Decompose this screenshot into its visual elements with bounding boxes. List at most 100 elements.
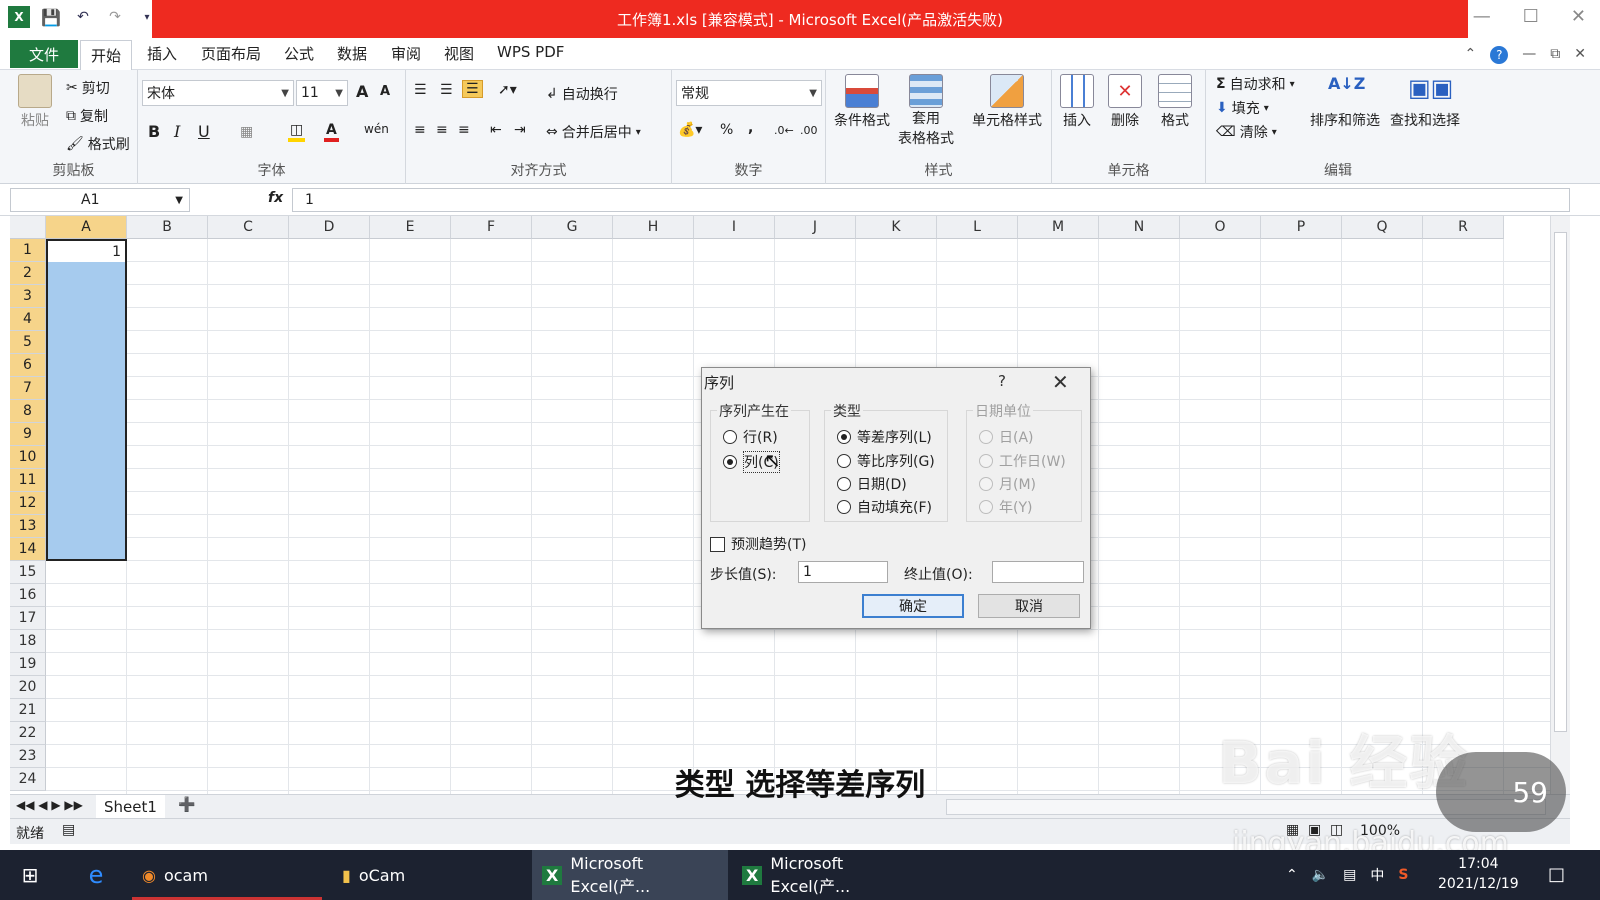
- row-header-4[interactable]: 4: [10, 308, 46, 331]
- currency-icon[interactable]: 💰▾: [678, 122, 702, 138]
- tab-view[interactable]: 视图: [444, 43, 474, 64]
- clock[interactable]: 17:04 2021/12/19: [1438, 854, 1519, 894]
- column-header-c[interactable]: C: [208, 216, 289, 239]
- step-value-input[interactable]: 1: [798, 561, 888, 583]
- sort-filter-button[interactable]: A↓Z 排序和筛选: [1310, 74, 1380, 130]
- fill-color-icon[interactable]: ◫: [288, 122, 306, 142]
- font-name-select[interactable]: 宋体 ▼: [142, 80, 294, 106]
- align-left-icon[interactable]: ≡: [414, 122, 426, 138]
- cut-button[interactable]: ✂ 剪切: [66, 78, 110, 98]
- column-header-r[interactable]: R: [1423, 216, 1504, 239]
- increase-decimal-icon[interactable]: .0←: [774, 124, 794, 137]
- delete-cells-button[interactable]: ✕ 删除: [1108, 74, 1142, 130]
- doc-minimize-icon[interactable]: —: [1522, 46, 1536, 64]
- row-header-9[interactable]: 9: [10, 423, 46, 446]
- taskbar-app-ocam-2[interactable]: ▮ oCam: [332, 850, 522, 900]
- column-header-o[interactable]: O: [1180, 216, 1261, 239]
- edge-browser-icon[interactable]: e: [74, 850, 118, 900]
- cell-styles-button[interactable]: 单元格样式: [972, 74, 1042, 130]
- align-middle-icon[interactable]: ☰: [440, 82, 453, 98]
- cell-a1[interactable]: 1: [48, 241, 125, 262]
- close-icon[interactable]: ✕: [1571, 6, 1586, 27]
- underline-button[interactable]: U: [198, 122, 210, 141]
- row-header-14[interactable]: 14: [10, 538, 46, 561]
- select-all-corner[interactable]: [10, 216, 46, 239]
- column-header-a[interactable]: A: [46, 216, 127, 239]
- tray-chevron-icon[interactable]: ⌃: [1286, 867, 1298, 883]
- format-painter-button[interactable]: 🖌 格式刷: [66, 134, 130, 154]
- tab-data[interactable]: 数据: [337, 43, 367, 64]
- merge-center-button[interactable]: ⇔ 合并后居中 ▾: [546, 122, 641, 142]
- minimize-icon[interactable]: —: [1473, 6, 1491, 27]
- windows-start-icon[interactable]: ⊞: [8, 850, 52, 900]
- row-header-15[interactable]: 15: [10, 561, 46, 584]
- undo-icon[interactable]: ↶: [72, 6, 94, 28]
- stop-value-input[interactable]: [992, 561, 1084, 583]
- tab-formulas[interactable]: 公式: [284, 43, 314, 64]
- macro-record-icon[interactable]: ▤: [62, 822, 75, 838]
- column-header-b[interactable]: B: [127, 216, 208, 239]
- dialog-help-button[interactable]: ?: [998, 372, 1006, 390]
- tab-review[interactable]: 审阅: [391, 43, 421, 64]
- clear-button[interactable]: ⌫ 清除 ▾: [1216, 122, 1277, 142]
- doc-restore-icon[interactable]: ⧉: [1550, 46, 1560, 64]
- row-header-2[interactable]: 2: [10, 262, 46, 285]
- number-format-select[interactable]: 常规 ▼: [676, 80, 822, 106]
- doc-close-icon[interactable]: ✕: [1574, 46, 1586, 64]
- percent-button[interactable]: %: [720, 122, 733, 138]
- notification-icon[interactable]: □: [1548, 864, 1565, 885]
- italic-button[interactable]: I: [174, 122, 180, 141]
- font-color-icon[interactable]: A: [324, 122, 339, 142]
- increase-indent-icon[interactable]: ⇥: [514, 122, 526, 138]
- vertical-scroll-thumb[interactable]: [1554, 232, 1567, 732]
- column-header-k[interactable]: K: [856, 216, 937, 239]
- comma-button[interactable]: ,: [748, 120, 753, 136]
- column-header-l[interactable]: L: [937, 216, 1018, 239]
- align-top-icon[interactable]: ☰: [414, 82, 427, 98]
- row-header-12[interactable]: 12: [10, 492, 46, 515]
- network-icon[interactable]: ▤: [1343, 867, 1356, 883]
- sogou-icon[interactable]: S: [1398, 867, 1408, 883]
- autosum-button[interactable]: Σ 自动求和 ▾: [1216, 74, 1295, 94]
- insert-cells-button[interactable]: 插入: [1060, 74, 1094, 130]
- save-icon[interactable]: 💾: [40, 6, 62, 28]
- column-header-h[interactable]: H: [613, 216, 694, 239]
- column-header-n[interactable]: N: [1099, 216, 1180, 239]
- conditional-format-button[interactable]: 条件格式: [834, 74, 890, 130]
- find-select-button[interactable]: ▣▣ 查找和选择: [1390, 74, 1460, 130]
- border-icon[interactable]: ▦: [240, 124, 253, 140]
- selected-range-a1-a14[interactable]: [46, 239, 127, 561]
- insert-function-button[interactable]: fx: [268, 190, 283, 206]
- tab-page-layout[interactable]: 页面布局: [201, 43, 261, 64]
- row-header-18[interactable]: 18: [10, 630, 46, 653]
- row-header-8[interactable]: 8: [10, 400, 46, 423]
- paste-button[interactable]: 粘贴: [18, 74, 52, 130]
- row-header-16[interactable]: 16: [10, 584, 46, 607]
- column-header-p[interactable]: P: [1261, 216, 1342, 239]
- dialog-close-icon[interactable]: ✕: [1052, 370, 1069, 394]
- help-icon[interactable]: ?: [1490, 46, 1509, 64]
- column-header-m[interactable]: M: [1018, 216, 1099, 239]
- row-header-3[interactable]: 3: [10, 285, 46, 308]
- wrap-text-button[interactable]: ↲ 自动换行: [546, 84, 618, 104]
- radio-linear[interactable]: 等差序列(L): [837, 427, 932, 447]
- row-header-22[interactable]: 22: [10, 722, 46, 745]
- trend-checkbox[interactable]: 预测趋势(T): [710, 534, 806, 554]
- decrease-indent-icon[interactable]: ⇤: [490, 122, 502, 138]
- decrease-decimal-icon[interactable]: .00: [800, 124, 818, 137]
- orientation-icon[interactable]: ➚▾: [498, 82, 517, 98]
- format-as-table-button[interactable]: 套用 表格格式: [898, 74, 954, 148]
- phonetic-icon[interactable]: wén: [364, 122, 389, 136]
- ime-indicator[interactable]: 中: [1370, 865, 1384, 885]
- column-header-j[interactable]: J: [775, 216, 856, 239]
- column-header-e[interactable]: E: [370, 216, 451, 239]
- vertical-scrollbar[interactable]: [1550, 216, 1570, 794]
- column-header-g[interactable]: G: [532, 216, 613, 239]
- row-header-19[interactable]: 19: [10, 653, 46, 676]
- name-box[interactable]: A1 ▼: [10, 188, 190, 212]
- radio-growth[interactable]: 等比序列(G): [837, 451, 935, 471]
- collapse-ribbon-icon[interactable]: ⌃: [1465, 46, 1477, 64]
- cancel-button[interactable]: 取消: [978, 594, 1080, 618]
- column-header-d[interactable]: D: [289, 216, 370, 239]
- grow-font-button[interactable]: A: [356, 82, 368, 101]
